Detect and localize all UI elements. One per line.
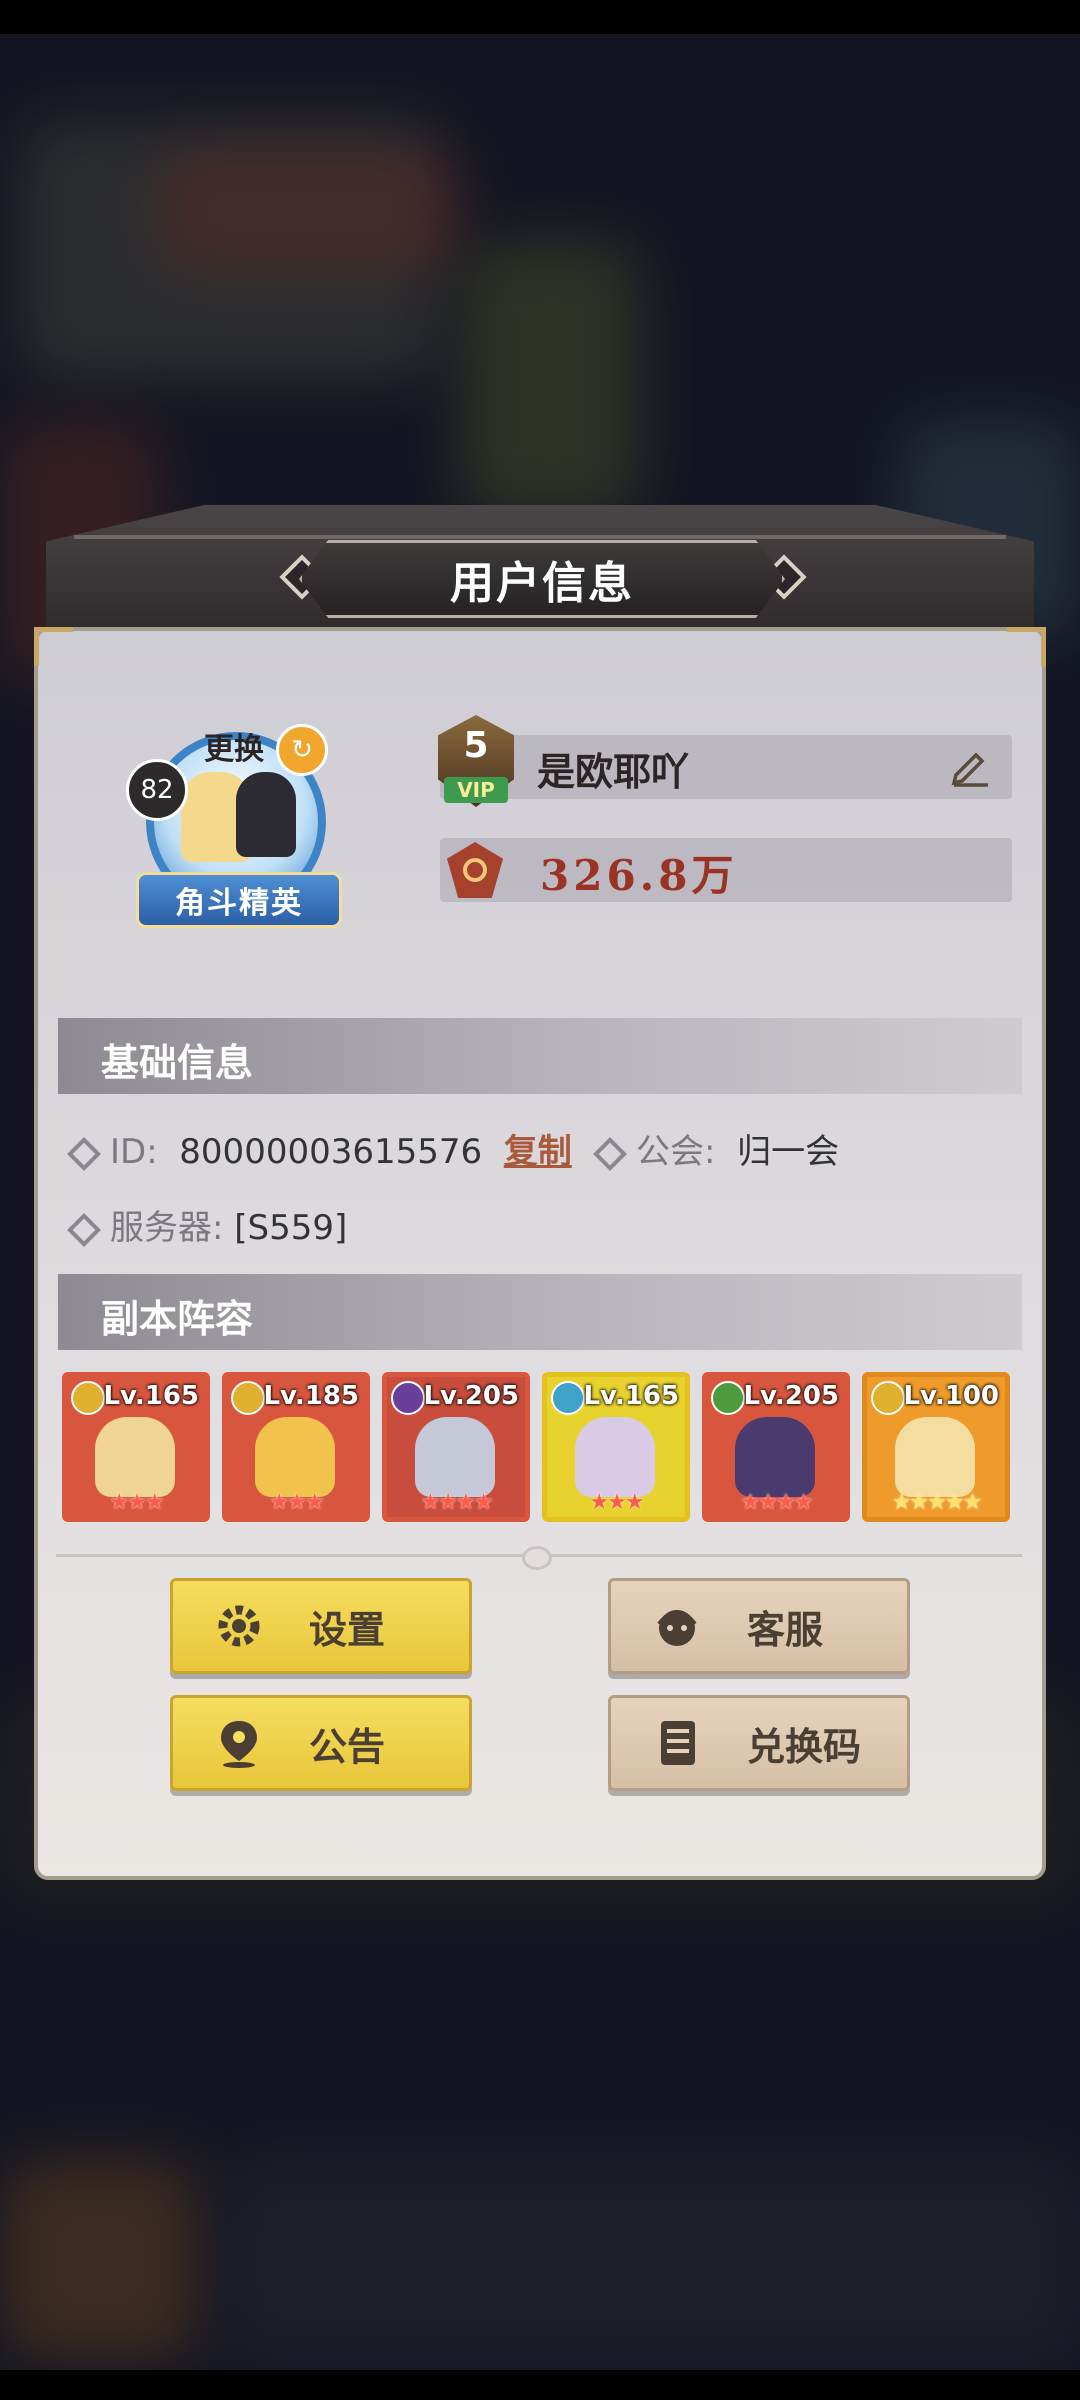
hero-stars: ★★★★ [740,1490,814,1515]
header-ornament [74,535,1006,539]
rank-badge: 角斗精英 [136,872,342,928]
redeem-code-button[interactable]: 兑换码 [608,1695,910,1791]
corner-ornament [1007,627,1046,666]
combat-power-value: 326.8万 [540,851,738,900]
hero-level: Lv.165 [103,1381,199,1411]
server-label: 服务器: [110,1208,224,1248]
copy-id-link[interactable]: 复制 [504,1132,572,1172]
hero-portrait [95,1417,175,1497]
hero-card[interactable]: Lv.205 ★★★★ [702,1372,850,1522]
hero-element-icon [231,1381,265,1415]
bullet-icon [593,1136,627,1171]
id-value: 80000003615576 [179,1132,483,1172]
dialog-title-plate: 用户信息 [299,540,785,618]
hero-portrait [255,1417,335,1497]
hero-card[interactable]: Lv.165 ★★★ [62,1372,210,1522]
id-label: ID: [110,1132,158,1172]
hero-card[interactable]: Lv.185 ★★★ [222,1372,370,1522]
section-title: 副本阵容 [101,1297,254,1341]
id-row: ID: 80000003615576 复制 [67,1124,572,1173]
section-basic-info: 基础信息 [58,1018,1022,1094]
hero-portrait [415,1417,495,1497]
hero-card[interactable]: Lv.165 ★★★ [542,1372,690,1522]
hero-portrait [735,1417,815,1497]
bullet-icon [67,1136,101,1171]
hero-portrait [575,1417,655,1497]
avatar[interactable]: 82 更换 ↻ 角斗精英 [126,712,346,932]
hero-level: Lv.100 [903,1381,999,1411]
hero-element-icon [71,1381,105,1415]
combat-power-icon-inner [463,858,487,882]
customer-service-button[interactable]: 客服 [608,1578,910,1674]
player-name: 是欧耶吖 [537,750,690,794]
guild-label: 公会: [636,1132,716,1172]
guild-value[interactable]: 归一会 [737,1132,839,1172]
server-value: [S559] [234,1208,348,1248]
guild-row: 公会: 归一会 [593,1124,839,1173]
vip-badge[interactable]: 5 VIP [430,715,522,819]
server-row: 服务器: [S559] [67,1200,348,1249]
divider-ornament [522,1546,552,1570]
change-avatar-label[interactable]: 更换 [204,724,264,768]
hero-portrait [895,1417,975,1497]
edit-name-icon[interactable] [948,745,992,789]
status-bar [0,0,1080,34]
change-avatar-icon[interactable]: ↻ [276,724,328,776]
dialog-title: 用户信息 [450,558,634,609]
section-lineup: 副本阵容 [58,1274,1022,1350]
hero-level: Lv.185 [263,1381,359,1411]
hero-element-icon [391,1381,425,1415]
hero-card[interactable]: Lv.205 ★★★★ [382,1372,530,1522]
settings-label: 设置 [309,1607,386,1652]
headset-icon [647,1596,707,1656]
hero-level: Lv.205 [743,1381,839,1411]
notice-label: 公告 [309,1724,386,1769]
hero-stars: ★★★★ [420,1490,494,1515]
settings-button[interactable]: 设置 [170,1578,472,1674]
nav-bar [0,2370,1080,2400]
hero-level: Lv.205 [423,1381,519,1411]
hero-card[interactable]: Lv.100 ★★★★★ [862,1372,1010,1522]
avatar-character-dark [236,772,296,857]
notice-button[interactable]: 公告 [170,1695,472,1791]
bullet-icon [67,1212,101,1247]
hero-stars: ★★★ [589,1490,644,1515]
player-level-badge: 82 [126,759,188,821]
hero-stars: ★★★ [109,1490,164,1515]
vip-level: 5 [463,725,489,766]
document-icon [647,1713,707,1773]
section-title: 基础信息 [101,1041,254,1085]
hero-element-icon [871,1381,905,1415]
hero-element-icon [711,1381,745,1415]
corner-ornament [34,627,73,666]
name-bar [440,735,1012,799]
vip-label: VIP [444,777,508,803]
location-pin-icon [209,1713,269,1773]
hero-level: Lv.165 [583,1381,679,1411]
customer-service-label: 客服 [747,1607,824,1652]
gear-icon [209,1596,269,1656]
hero-element-icon [551,1381,585,1415]
hero-stars: ★★★★★ [891,1490,983,1515]
redeem-code-label: 兑换码 [747,1724,862,1769]
hero-stars: ★★★ [269,1490,324,1515]
